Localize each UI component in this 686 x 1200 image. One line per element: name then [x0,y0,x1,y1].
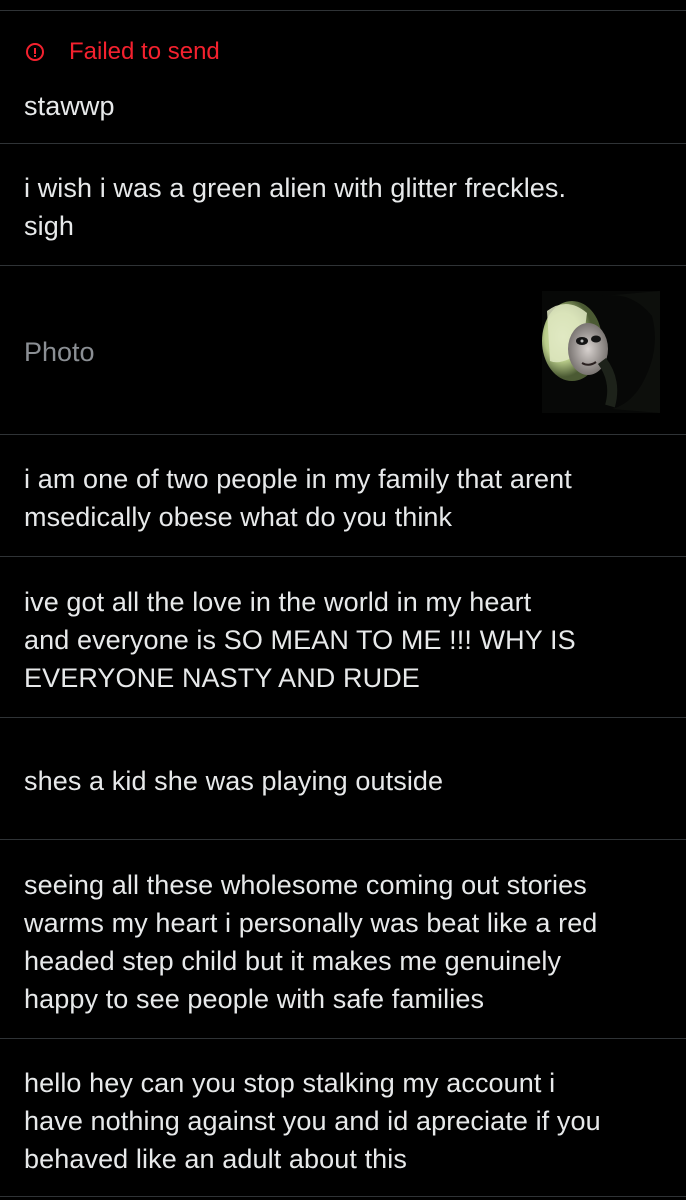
divider [0,1196,686,1197]
message-list: Failed to send stawwp i wish i was a gre… [0,0,686,1200]
message-text: seeing all these wholesome coming out st… [24,870,598,1014]
failed-status[interactable]: Failed to send [24,36,662,68]
message-item[interactable]: seeing all these wholesome coming out st… [0,866,686,1018]
photo-thumbnail[interactable] [542,291,660,413]
divider [0,839,686,840]
message-item[interactable]: ive got all the love in the world in my … [0,583,686,697]
divider [0,556,686,557]
divider [0,434,686,435]
failed-status-text: Failed to send [69,38,220,65]
message-text: i am one of two people in my family that… [24,464,572,532]
message-item[interactable]: hello hey can you stop stalking my accou… [0,1064,686,1178]
divider [0,10,686,11]
divider [0,265,686,266]
message-text: ive got all the love in the world in my … [24,587,576,693]
message-text: i wish i was a green alien with glitter … [24,173,567,241]
message-text: shes a kid she was playing outside [24,766,444,796]
message-item[interactable]: i am one of two people in my family that… [0,460,686,536]
message-text: stawwp [24,91,115,121]
alert-circle-icon [26,43,44,61]
divider [0,717,686,718]
divider [0,1038,686,1039]
message-item-failed[interactable]: Failed to send stawwp [0,36,686,125]
message-item[interactable]: shes a kid she was playing outside [0,762,686,800]
message-text: hello hey can you stop stalking my accou… [24,1068,601,1174]
divider [0,143,686,144]
message-item[interactable]: i wish i was a green alien with glitter … [0,169,686,245]
